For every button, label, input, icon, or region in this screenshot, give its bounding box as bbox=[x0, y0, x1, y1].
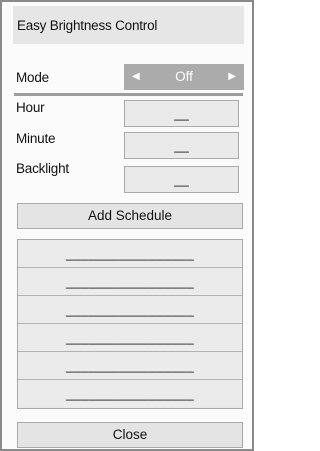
schedule-list: _________________ _________________ ____… bbox=[17, 239, 243, 409]
mode-divider bbox=[14, 93, 243, 96]
schedule-slot[interactable]: _________________ bbox=[18, 268, 242, 296]
dialog-title: Easy Brightness Control bbox=[17, 18, 158, 33]
schedule-slot[interactable]: _________________ bbox=[18, 324, 242, 352]
backlight-label: Backlight bbox=[16, 161, 69, 176]
easy-brightness-dialog: Easy Brightness Control Mode ◀ Off ▶ Hou… bbox=[0, 0, 254, 451]
mode-label: Mode bbox=[16, 70, 49, 85]
schedule-slot[interactable]: _________________ bbox=[18, 352, 242, 380]
add-schedule-button[interactable]: Add Schedule bbox=[17, 203, 243, 229]
minute-label: Minute bbox=[16, 131, 56, 146]
mode-selector[interactable]: ◀ Off ▶ bbox=[124, 64, 244, 90]
schedule-slot[interactable]: _________________ bbox=[18, 380, 242, 407]
hour-field[interactable]: __ bbox=[124, 100, 239, 127]
schedule-slot[interactable]: _________________ bbox=[18, 296, 242, 324]
title-bar: Easy Brightness Control bbox=[13, 6, 244, 44]
schedule-slot[interactable]: _________________ bbox=[18, 240, 242, 268]
arrow-right-icon[interactable]: ▶ bbox=[228, 70, 236, 84]
mode-value: Off bbox=[175, 69, 193, 84]
close-button[interactable]: Close bbox=[17, 422, 243, 448]
hour-label: Hour bbox=[16, 100, 45, 115]
backlight-field[interactable]: __ bbox=[124, 166, 239, 193]
minute-field[interactable]: __ bbox=[124, 132, 239, 159]
